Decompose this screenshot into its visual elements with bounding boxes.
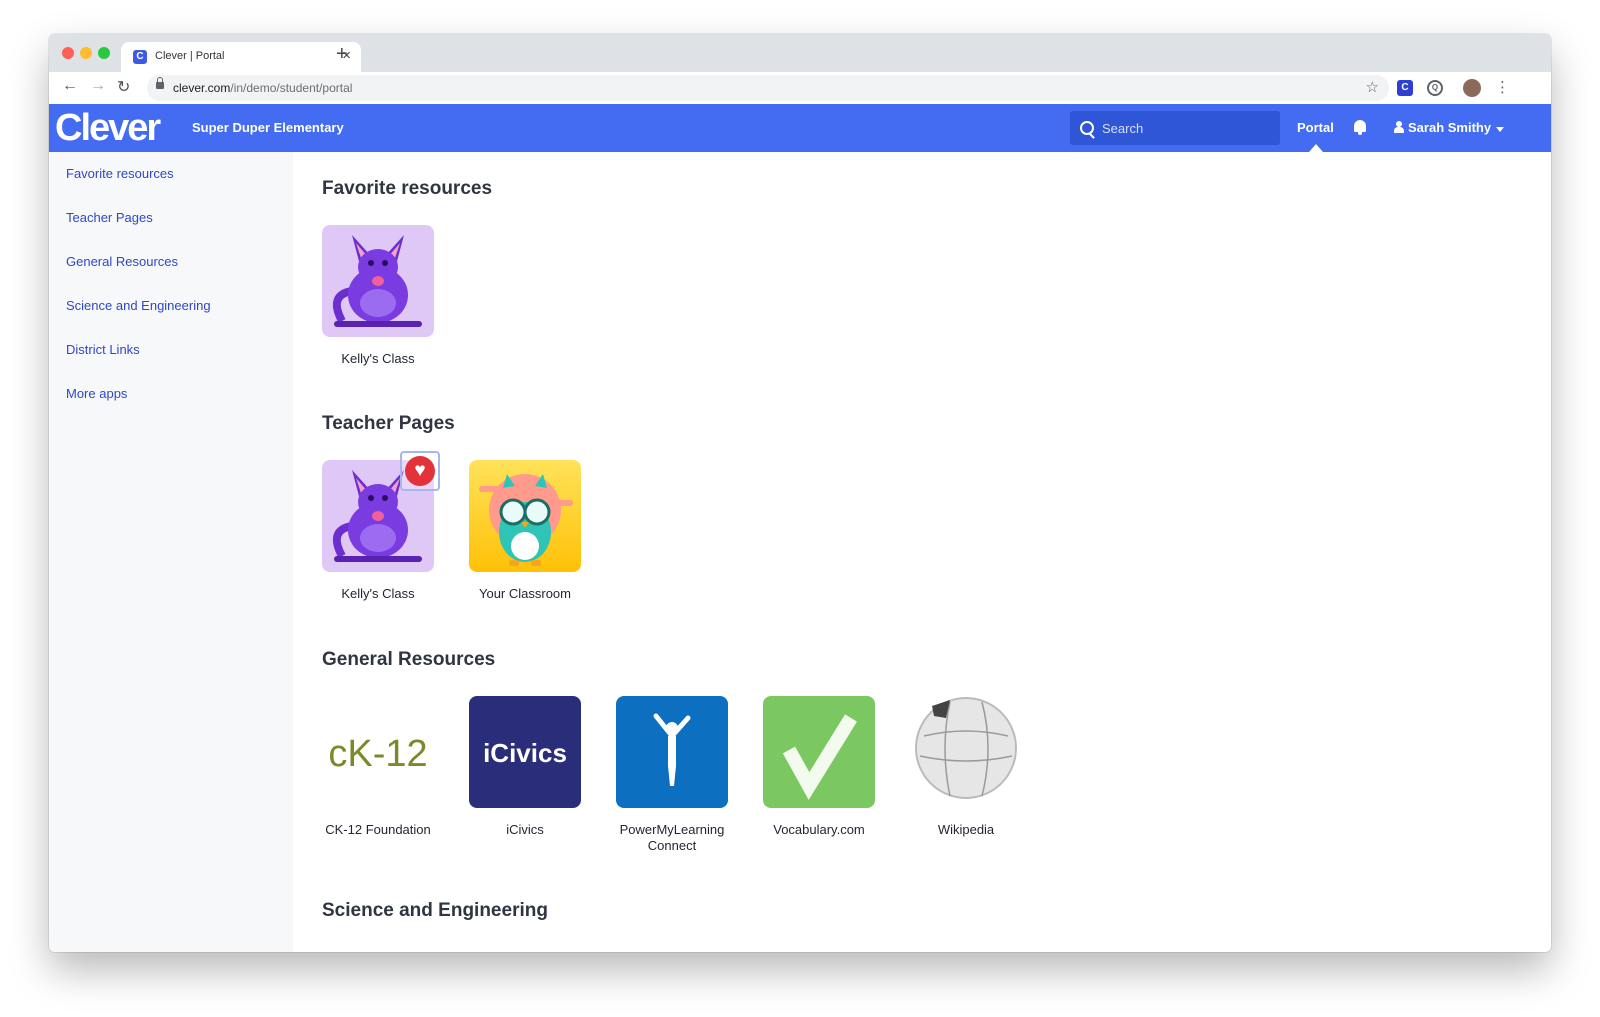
lock-icon <box>156 77 164 89</box>
chevron-down-icon[interactable] <box>1496 127 1504 132</box>
sidebar-item-teacher-pages[interactable]: Teacher Pages <box>66 210 153 225</box>
app-tile-kellys-class[interactable]: Kelly's Class <box>318 225 438 367</box>
sidebar-item-district-links[interactable]: District Links <box>66 342 140 357</box>
url-host: clever.com <box>173 81 231 95</box>
powermylearning-logo[interactable] <box>616 696 728 808</box>
close-window-button[interactable] <box>62 47 74 59</box>
section-title: Science and Engineering <box>322 900 548 921</box>
app-label[interactable]: PowerMyLearning Connect <box>612 822 732 854</box>
profile-avatar[interactable] <box>1463 79 1481 97</box>
app-label[interactable]: iCivics <box>465 822 585 838</box>
notification-bell-icon[interactable] <box>1354 120 1366 135</box>
heart-icon: ♥ <box>405 456 435 486</box>
user-icon <box>1394 121 1404 133</box>
kangaroo-icon[interactable] <box>322 225 434 337</box>
user-menu[interactable]: Sarah Smithy <box>1408 120 1491 135</box>
more-menu-icon[interactable]: ⋮ <box>1495 78 1510 96</box>
extension-icon[interactable]: Q <box>1427 80 1443 96</box>
address-bar[interactable]: clever.com/in/demo/student/portal ☆ <box>147 75 1389 101</box>
app-label[interactable]: Kelly's Class <box>318 586 438 602</box>
section-title: Favorite resources <box>322 178 493 199</box>
browser-tab[interactable]: C Clever | Portal × <box>121 42 361 72</box>
new-tab-button[interactable]: + <box>336 43 348 66</box>
maximize-window-button[interactable] <box>98 47 110 59</box>
ck12-logo-text: cK-12 <box>328 733 427 775</box>
app-header: Clever Super Duper Elementary Portal Sar… <box>49 104 1551 152</box>
url-text[interactable]: clever.com/in/demo/student/portal <box>173 81 352 95</box>
vocabulary-checkmark-logo[interactable] <box>763 696 875 808</box>
url-path: /in/demo/student/portal <box>230 81 353 95</box>
tab-strip: C Clever | Portal × + <box>49 34 1551 72</box>
app-tile-powermylearning[interactable]: PowerMyLearning Connect <box>612 696 732 854</box>
clever-logo[interactable]: Clever <box>55 107 161 150</box>
bookmark-star-icon[interactable]: ☆ <box>1366 78 1379 96</box>
sidebar-item-general-resources[interactable]: General Resources <box>66 254 178 269</box>
icivics-logo[interactable]: iCivics <box>469 696 581 808</box>
app-tile-vocabulary[interactable]: Vocabulary.com <box>759 696 879 838</box>
clever-favicon-icon: C <box>133 50 147 64</box>
app-tile-icivics[interactable]: iCivics iCivics <box>465 696 585 838</box>
app-tile-ck12[interactable]: cK-12 CK-12 Foundation <box>318 696 438 838</box>
search-input[interactable] <box>1102 118 1272 138</box>
browser-toolbar: ← → ↻ clever.com/in/demo/student/portal … <box>49 72 1551 105</box>
app-label[interactable]: Vocabulary.com <box>759 822 879 838</box>
app-label[interactable]: Your Classroom <box>465 586 585 602</box>
clever-extension-icon[interactable]: C <box>1397 80 1413 96</box>
sidebar-item-more-apps[interactable]: More apps <box>66 386 127 401</box>
app-label[interactable]: Kelly's Class <box>318 351 438 367</box>
sidebar-item-favorite-resources[interactable]: Favorite resources <box>66 166 174 181</box>
app-tile-your-classroom[interactable]: Your Classroom <box>465 460 585 602</box>
app-tile-wikipedia[interactable]: Wikipedia <box>906 696 1026 838</box>
school-name[interactable]: Super Duper Elementary <box>192 120 344 135</box>
sidebar: Favorite resources Teacher Pages General… <box>49 152 293 952</box>
favorite-heart-button[interactable]: ♥ <box>400 451 440 491</box>
app-label[interactable]: Wikipedia <box>906 822 1026 838</box>
forward-icon[interactable]: → <box>90 77 106 95</box>
tab-title: Clever | Portal <box>155 50 225 62</box>
section-title: Teacher Pages <box>322 413 455 434</box>
search-box[interactable] <box>1070 111 1280 145</box>
app-label[interactable]: CK-12 Foundation <box>318 822 438 838</box>
main-content: Favorite resources Kelly's Class Teacher… <box>293 152 1551 952</box>
back-icon[interactable]: ← <box>62 77 78 95</box>
sidebar-item-science-engineering[interactable]: Science and Engineering <box>66 298 211 313</box>
portal-link[interactable]: Portal <box>1297 120 1334 135</box>
browser-window: C Clever | Portal × + ← → ↻ clever.com/i… <box>49 34 1551 952</box>
section-title: General Resources <box>322 649 496 670</box>
ck12-logo[interactable]: cK-12 <box>322 696 434 808</box>
owl-icon[interactable] <box>469 460 581 572</box>
reload-icon[interactable]: ↻ <box>117 77 130 97</box>
icivics-logo-text: iCivics <box>483 738 567 768</box>
search-icon <box>1080 121 1094 135</box>
wikipedia-globe-logo[interactable] <box>910 696 1022 808</box>
minimize-window-button[interactable] <box>80 47 92 59</box>
active-indicator <box>1309 144 1323 152</box>
